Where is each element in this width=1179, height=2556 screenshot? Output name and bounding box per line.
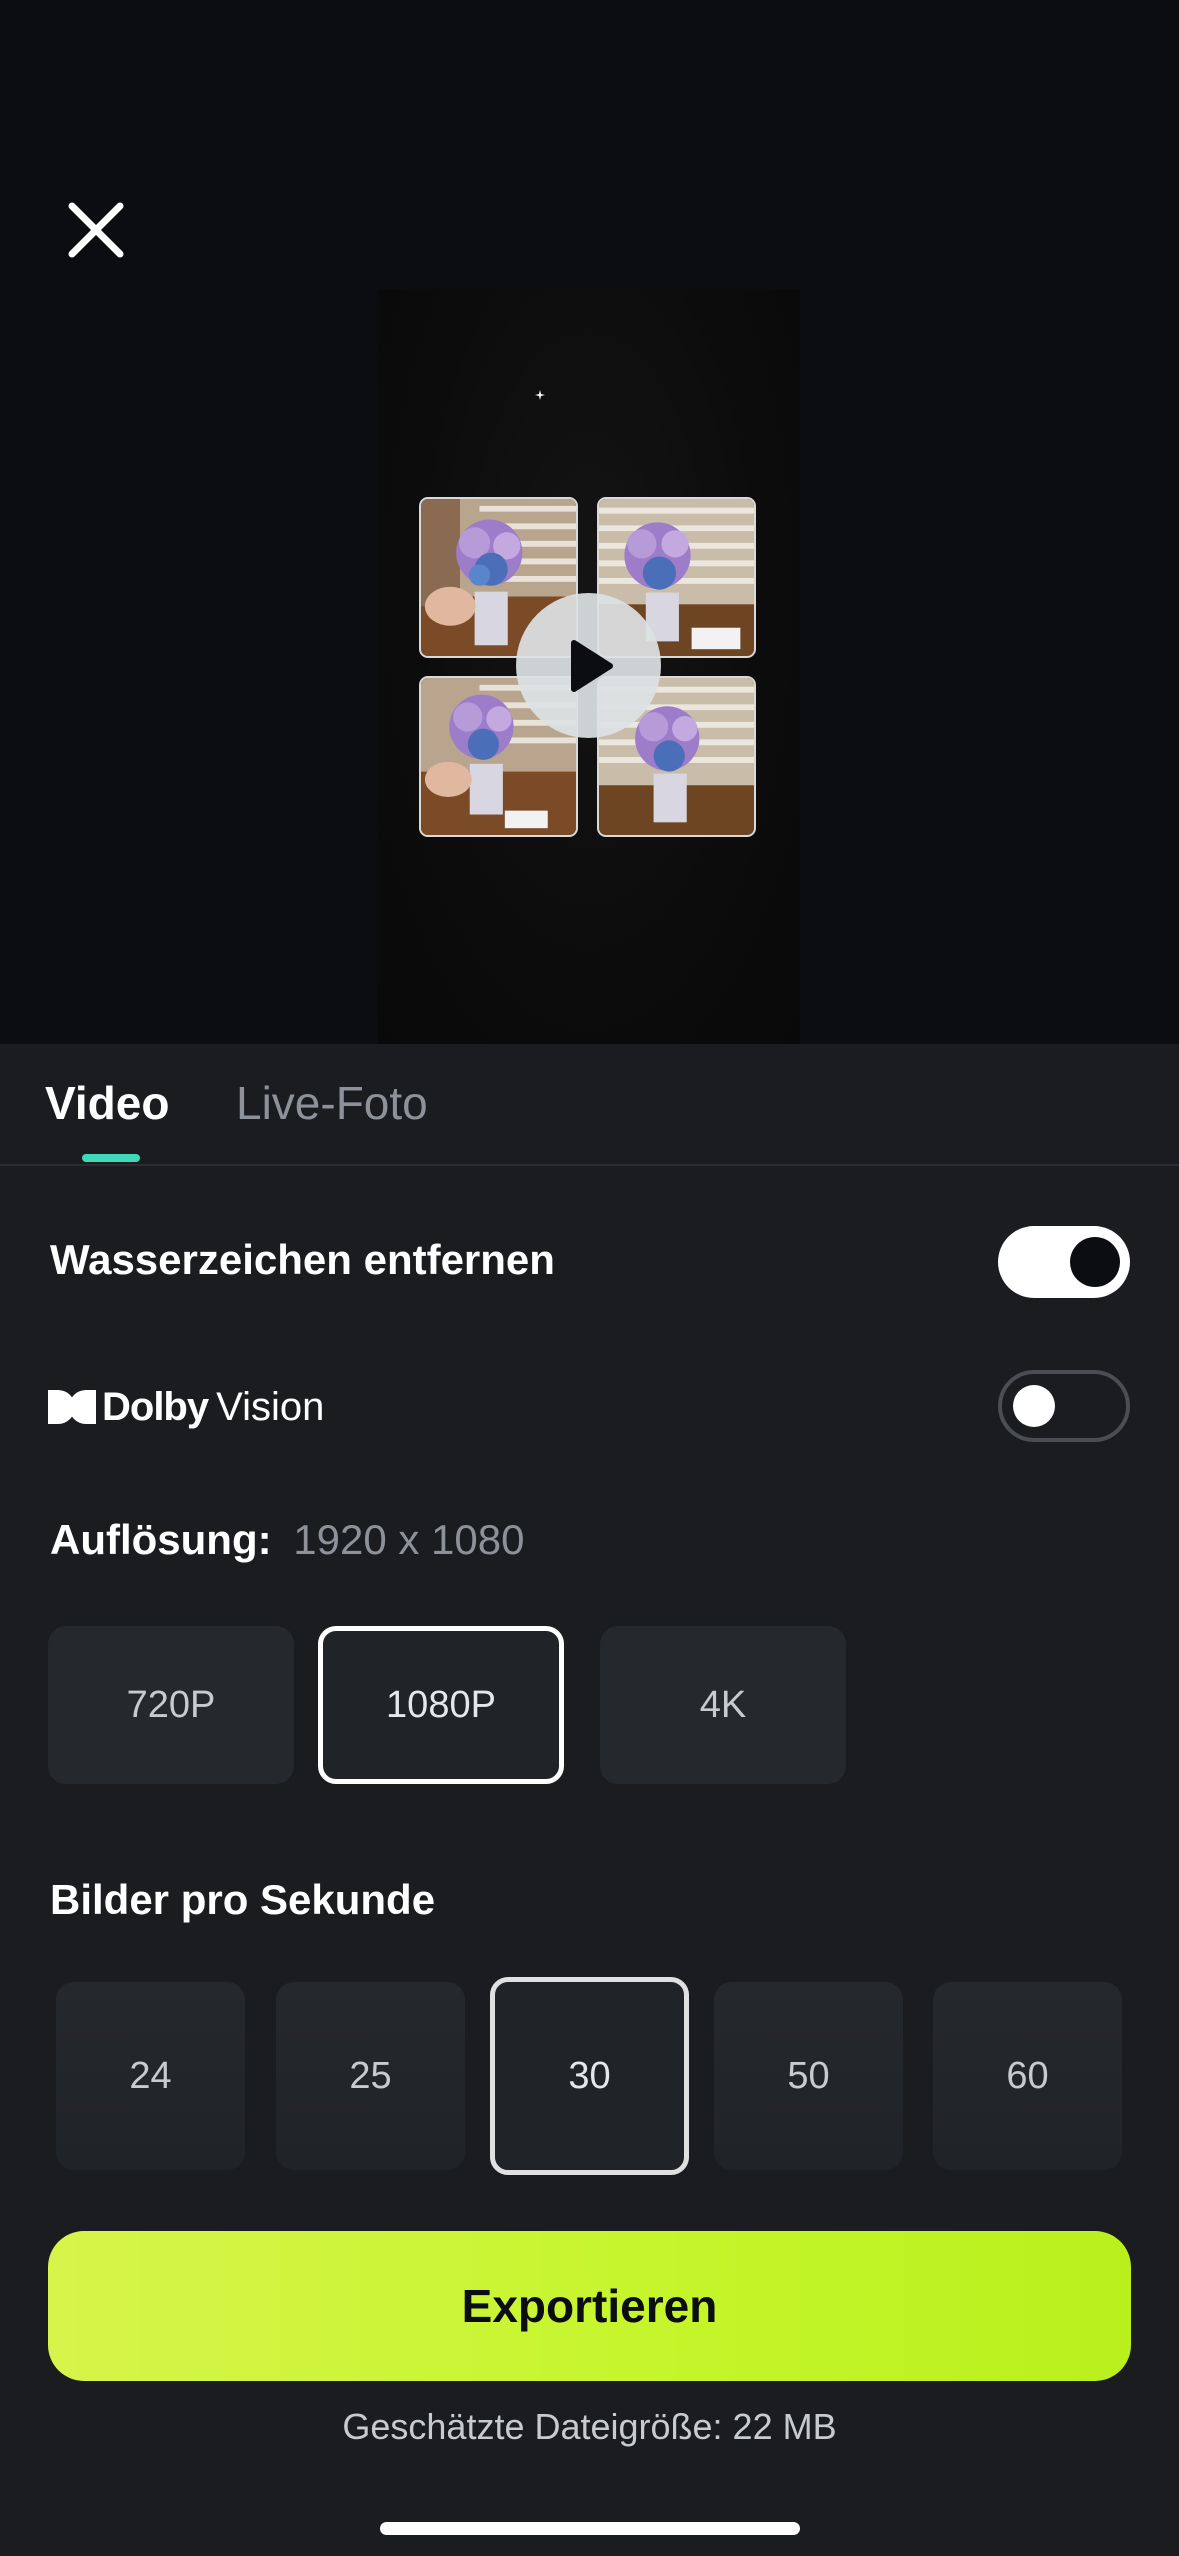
tab-live-foto[interactable]: Live-Foto [236, 1076, 428, 1130]
dolby-logo-icon [48, 1390, 96, 1424]
resolution-label: Auflösung: [50, 1516, 272, 1563]
play-icon [570, 639, 613, 692]
tab-video[interactable]: Video [45, 1076, 169, 1130]
dolby-vision-toggle[interactable] [998, 1370, 1130, 1442]
fps-option-60[interactable]: 60 [933, 1982, 1122, 2170]
resolution-option-4k[interactable]: 4K [600, 1626, 846, 1784]
resolution-row: Auflösung: 1920 x 1080 [50, 1516, 525, 1564]
fps-option-30[interactable]: 30 [490, 1977, 689, 2175]
dolby-product: Vision [216, 1384, 325, 1429]
dolby-vision-logo: Dolby Vision [48, 1382, 324, 1432]
dolby-brand: Dolby [102, 1384, 209, 1429]
close-button[interactable] [62, 196, 130, 264]
preview-area [0, 0, 1179, 1044]
home-indicator [380, 2522, 800, 2535]
fps-option-24[interactable]: 24 [56, 1982, 245, 2170]
estimated-filesize: Geschätzte Dateigröße: 22 MB [342, 2406, 837, 2447]
resolution-option-720p[interactable]: 720P [48, 1626, 294, 1784]
sparkle-icon [535, 390, 545, 400]
export-button[interactable]: Exportieren [48, 2231, 1131, 2381]
toggle-knob [1013, 1385, 1055, 1427]
fps-option-25[interactable]: 25 [276, 1982, 465, 2170]
fps-option-50[interactable]: 50 [714, 1982, 903, 2170]
tab-active-indicator [82, 1154, 140, 1162]
fps-label: Bilder pro Sekunde [50, 1876, 436, 1923]
resolution-value: 1920 x 1080 [293, 1516, 525, 1563]
toggle-knob [1070, 1237, 1120, 1287]
resolution-option-1080p[interactable]: 1080P [318, 1626, 564, 1784]
play-button[interactable] [516, 593, 661, 738]
close-icon [68, 202, 124, 258]
watermark-label: Wasserzeichen entfernen [50, 1236, 555, 1283]
watermark-toggle[interactable] [998, 1226, 1130, 1298]
export-settings-panel: Video Live-Foto Wasserzeichen entfernen … [0, 1044, 1179, 2556]
tab-bar: Video Live-Foto [0, 1044, 1179, 1166]
